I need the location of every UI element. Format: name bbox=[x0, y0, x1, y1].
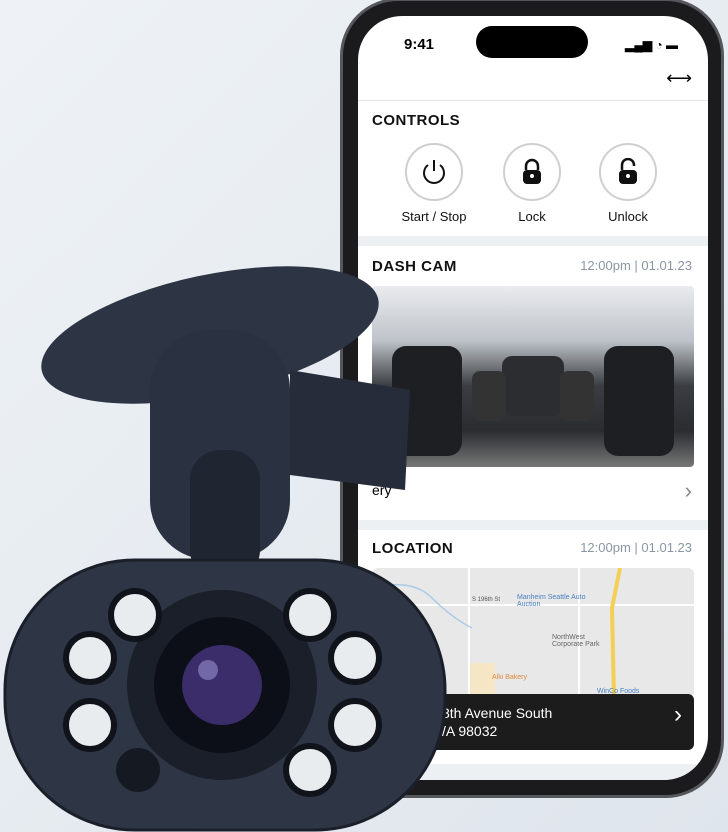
unlock-button[interactable]: Unlock bbox=[580, 143, 676, 224]
status-time: 9:41 bbox=[404, 36, 435, 53]
map-label: Manheim Seattle Auto Auction bbox=[517, 594, 586, 608]
chevron-right-icon[interactable]: › bbox=[685, 478, 692, 504]
address-line-1: 8th Avenue South bbox=[442, 705, 553, 721]
divider bbox=[358, 100, 708, 101]
map-label: NorthWest Corporate Park bbox=[552, 634, 600, 648]
map-label: S 196th St bbox=[472, 597, 501, 603]
lens-glass bbox=[182, 645, 262, 725]
controls-title: CONTROLS bbox=[372, 112, 461, 129]
lock-button[interactable]: Lock bbox=[484, 143, 580, 224]
lens-reflection bbox=[198, 660, 218, 680]
double-arrow-icon[interactable]: ⟷ bbox=[666, 68, 692, 89]
lock-closed-icon bbox=[523, 158, 541, 184]
start-stop-button[interactable]: Start / Stop bbox=[386, 143, 482, 224]
lock-label: Lock bbox=[518, 209, 546, 224]
lock-open-icon bbox=[619, 158, 637, 184]
chevron-right-icon[interactable]: › bbox=[674, 703, 682, 727]
power-icon bbox=[423, 160, 445, 184]
address-line-2: /A 98032 bbox=[442, 723, 498, 739]
dash-cam-timestamp: 12:00pm | 01.01.23 bbox=[580, 258, 692, 273]
location-timestamp: 12:00pm | 01.01.23 bbox=[580, 540, 692, 555]
mount-knob bbox=[290, 370, 410, 490]
sensor-icon bbox=[116, 748, 160, 792]
section-separator bbox=[358, 236, 708, 246]
unlock-label: Unlock bbox=[608, 209, 648, 224]
map-label: Alki Bakery bbox=[492, 674, 528, 681]
dynamic-island bbox=[476, 26, 588, 58]
start-stop-label: Start / Stop bbox=[401, 209, 467, 224]
status-icons: ▂▄▆ ◔ ▬ bbox=[625, 38, 678, 52]
dash-cam-device-image bbox=[3, 266, 447, 832]
